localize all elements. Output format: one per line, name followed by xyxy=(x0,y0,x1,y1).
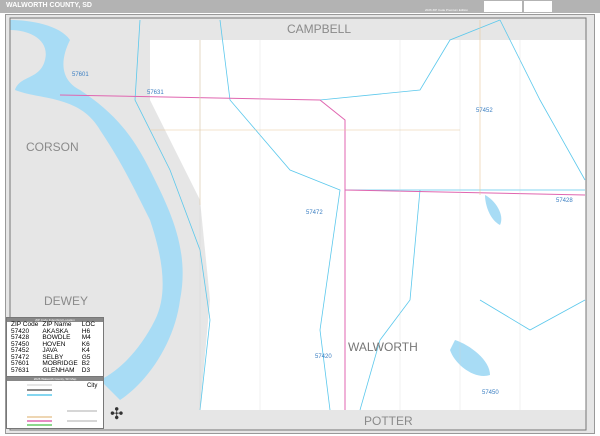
county-label-corson: CORSON xyxy=(26,140,79,154)
zip-label: 57452 xyxy=(476,108,493,114)
zip-label: 57631 xyxy=(147,90,164,96)
zip-label: 57428 xyxy=(556,198,573,204)
map-key: 2026 Walworth County, SD Map City xyxy=(6,376,104,429)
county-label-walworth: WALWORTH xyxy=(348,340,418,354)
county-label-dewey: DEWEY xyxy=(44,294,89,308)
zip-label: 57450 xyxy=(482,390,499,396)
zip-label: 57601 xyxy=(72,72,89,78)
city-key-label: City xyxy=(87,383,98,389)
zip-label: 57420 xyxy=(315,354,332,360)
county-label-campbell: CAMPBELL xyxy=(287,22,352,36)
north-arrow-icon: ✣ xyxy=(110,406,124,423)
county-label-potter: POTTER xyxy=(364,414,413,428)
table-row: 57631 GLENHAM D3 xyxy=(11,366,91,374)
zip-label: 57472 xyxy=(306,210,323,216)
zip-index-table: ZIP Code ZIP Name LOC 57420 AKASKA H6 57428 B… xyxy=(9,321,97,374)
